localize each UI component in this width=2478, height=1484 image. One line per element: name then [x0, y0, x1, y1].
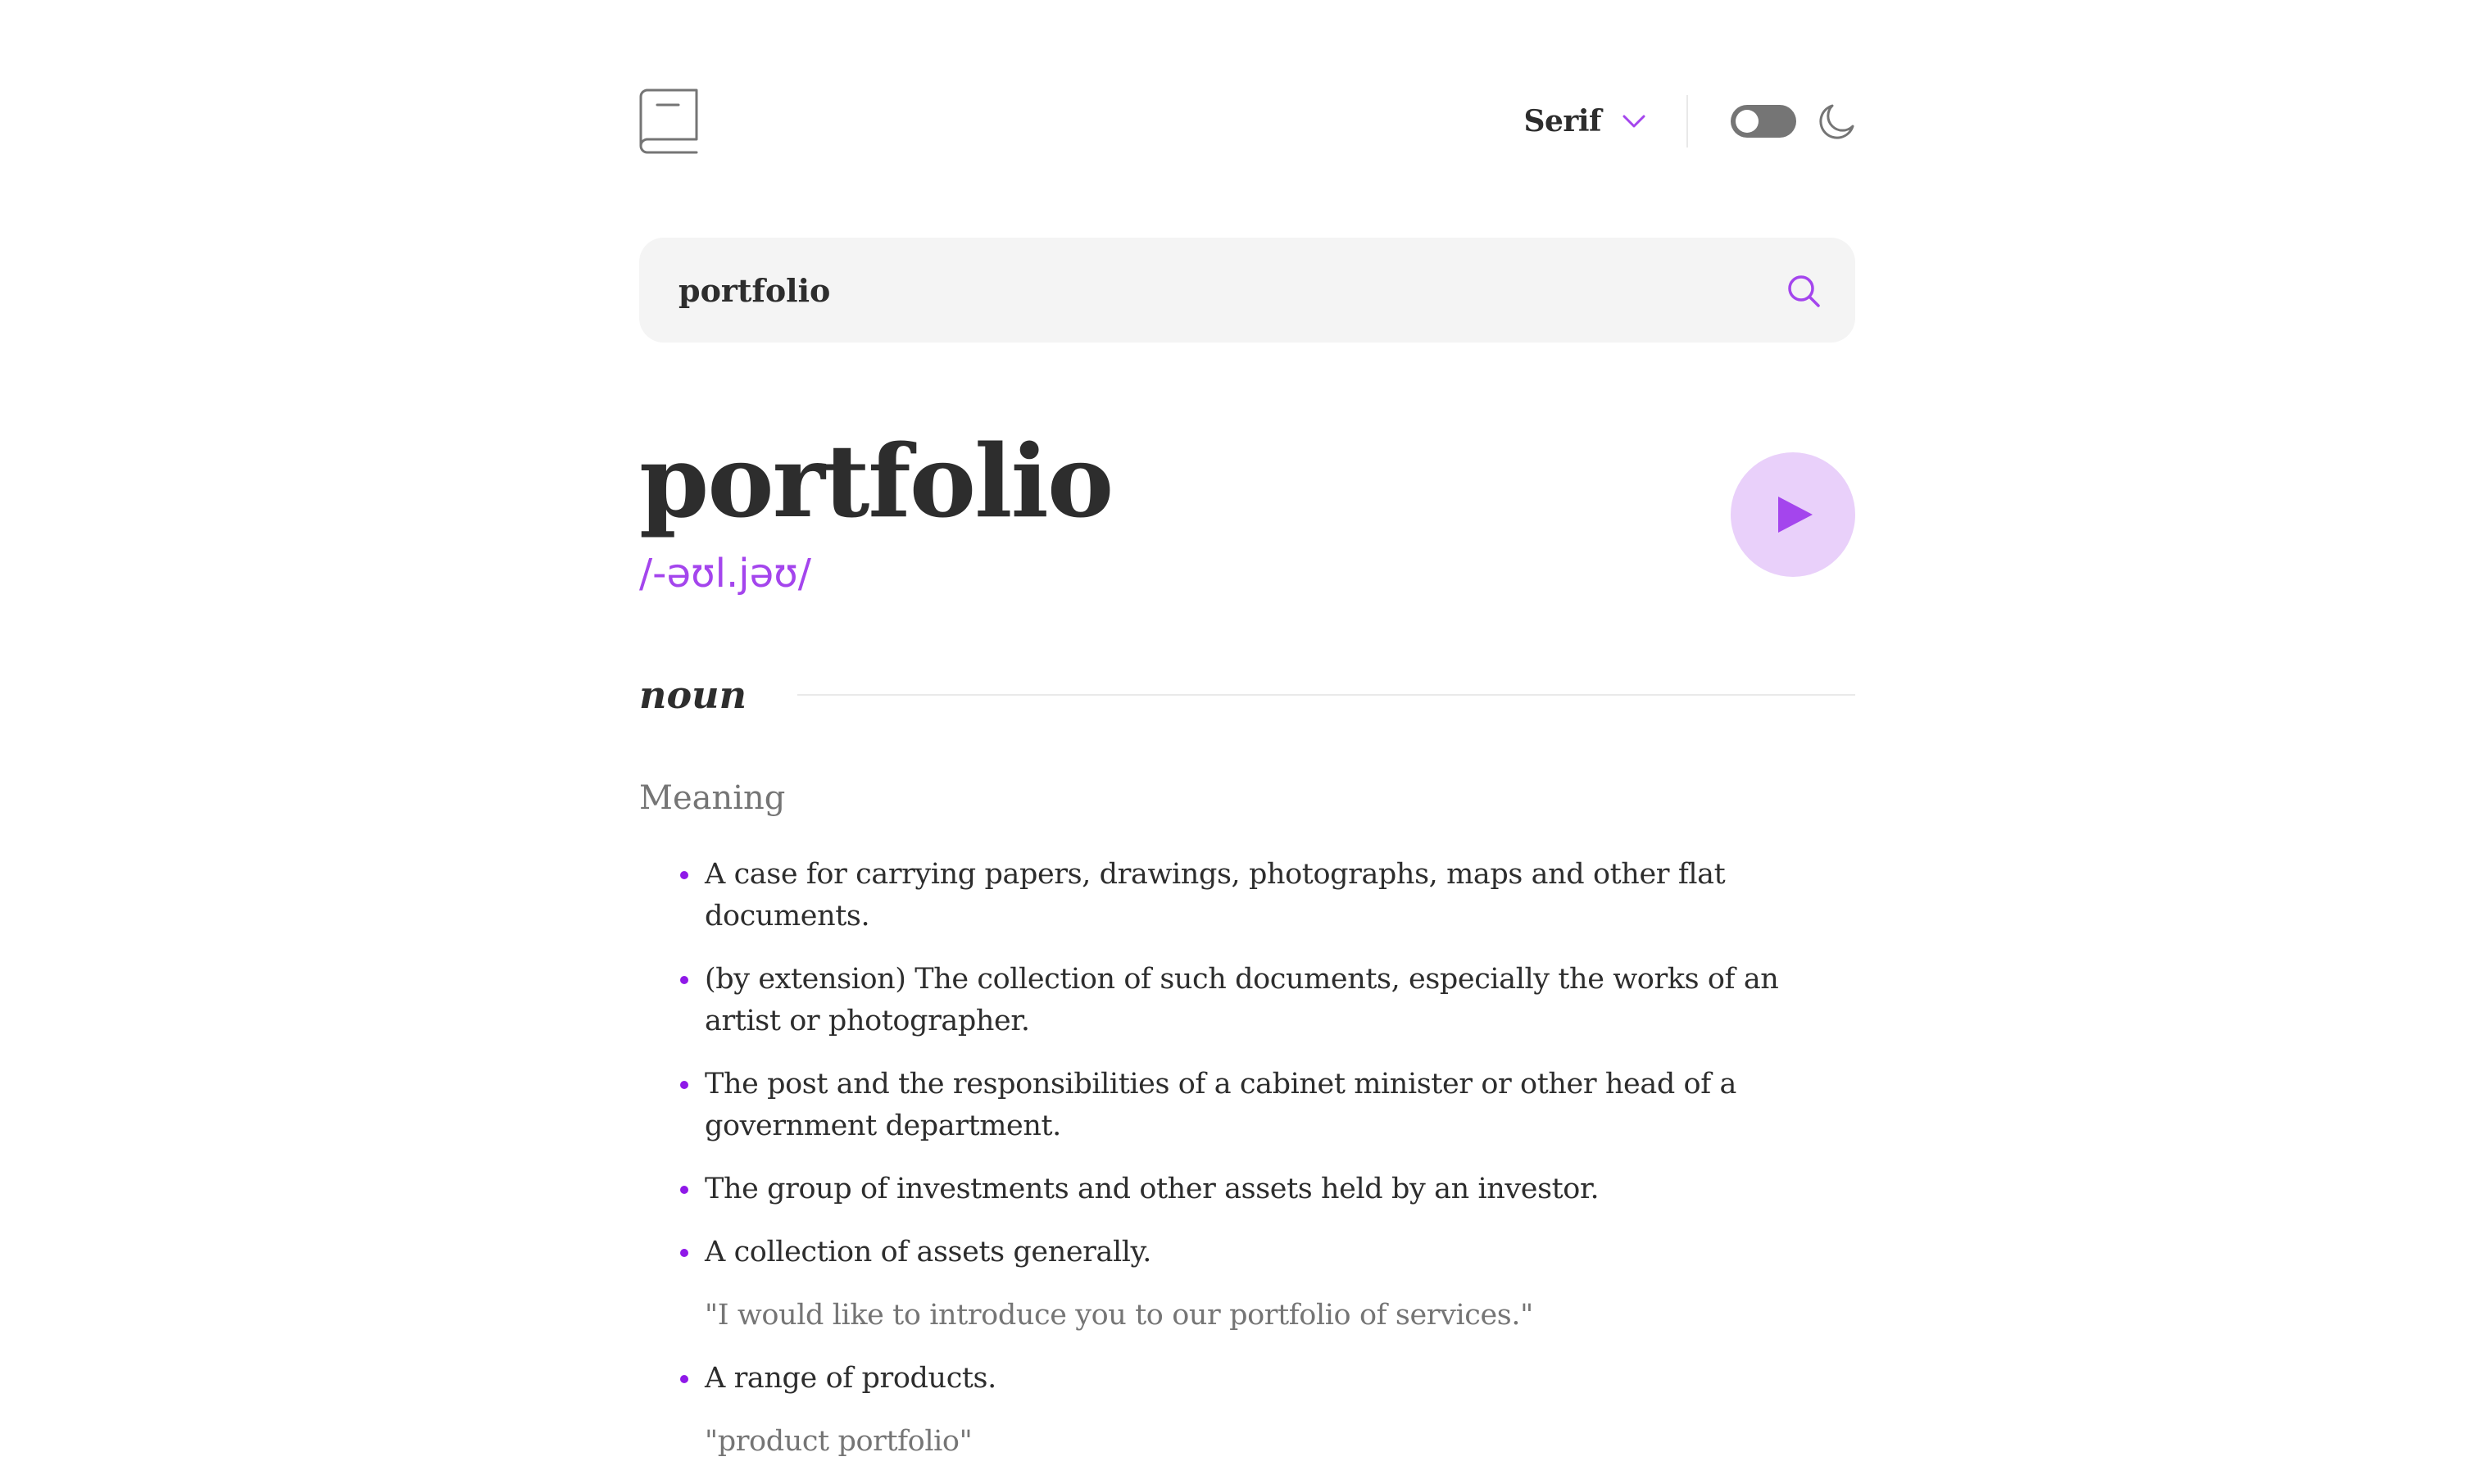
theme-toggle-knob	[1736, 110, 1759, 133]
book-icon[interactable]	[639, 88, 698, 154]
definition-item: A case for carrying papers, drawings, ph…	[639, 854, 1855, 937]
bullet	[680, 1249, 688, 1257]
definition-item: A collection of assets generally. "I wou…	[639, 1232, 1855, 1337]
definition-text: A case for carrying papers, drawings, ph…	[705, 858, 1726, 933]
definition-item: (by extension) The collection of such do…	[639, 959, 1855, 1042]
bullet	[680, 1186, 688, 1194]
header-divider	[1686, 95, 1688, 147]
play-icon	[1778, 497, 1813, 533]
definition-example: "product portfolio"	[705, 1425, 973, 1458]
chevron-down-icon	[1622, 115, 1645, 128]
phonetic: /-əʊl.jəʊ/	[639, 551, 811, 597]
definition-list: A case for carrying papers, drawings, ph…	[639, 854, 1855, 1484]
meaning-heading: Meaning	[639, 779, 786, 817]
font-selector-label: Serif	[1523, 104, 1601, 138]
definition-item: The post and the responsibilities of a c…	[639, 1064, 1855, 1147]
definition-text: The post and the responsibilities of a c…	[705, 1068, 1736, 1142]
theme-toggle[interactable]	[1731, 105, 1796, 138]
bullet	[680, 1081, 688, 1089]
bullet	[680, 976, 688, 984]
part-of-speech-row: noun	[639, 665, 1855, 724]
part-of-speech: noun	[639, 673, 747, 717]
header-controls: Serif	[1523, 88, 1855, 154]
search-icon[interactable]	[1786, 274, 1821, 308]
definition-text: A range of products.	[705, 1362, 996, 1395]
definition-text: A collection of assets generally.	[705, 1236, 1151, 1268]
definition-text: (by extension) The collection of such do…	[705, 963, 1779, 1037]
play-button[interactable]	[1731, 452, 1855, 577]
moon-icon	[1819, 104, 1854, 139]
definition-item: The group of investments and other asset…	[639, 1169, 1855, 1210]
search-bar	[639, 238, 1855, 343]
headword: portfolio	[639, 422, 1114, 540]
font-selector[interactable]: Serif	[1523, 104, 1645, 138]
definition-example: "I would like to introduce you to our po…	[705, 1299, 1533, 1332]
bullet	[680, 1375, 688, 1383]
search-input[interactable]	[678, 238, 1744, 343]
definition-item: A range of products. "product portfolio"	[639, 1358, 1855, 1463]
definition-text: The group of investments and other asset…	[705, 1173, 1600, 1205]
bullet	[680, 871, 688, 879]
header: Serif	[639, 88, 1855, 154]
part-of-speech-divider	[797, 694, 1855, 696]
